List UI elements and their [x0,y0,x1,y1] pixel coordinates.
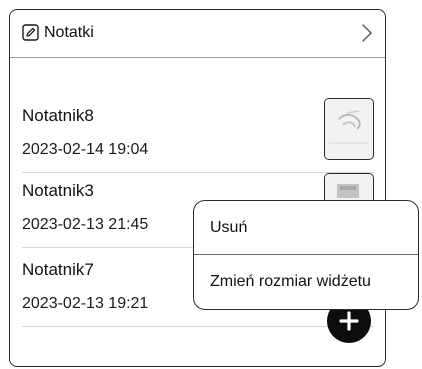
chevron-right-icon[interactable] [361,23,373,43]
resize-widget-menu-item[interactable]: Zmień rozmiar widżetu [194,255,418,309]
context-menu: Usuń Zmień rozmiar widżetu [193,200,419,310]
notes-widget: Notatki Notatnik8 2023-02-14 19:04 Notat… [9,9,386,367]
widget-title: Notatki [44,24,94,41]
note-title: Notatnik3 [22,181,94,200]
note-date: 2023-02-14 19:04 [22,141,149,158]
note-date: 2023-02-13 21:45 [22,216,149,233]
note-thumbnail [324,98,374,160]
delete-menu-item[interactable]: Usuń [194,201,418,255]
divider [22,172,374,173]
screen: Notatki Notatnik8 2023-02-14 19:04 Notat… [0,0,422,369]
widget-header[interactable]: Notatki [10,10,385,58]
note-title: Notatnik7 [22,260,94,279]
note-edit-icon [22,24,39,41]
divider [22,326,374,327]
note-title: Notatnik8 [22,106,94,125]
note-date: 2023-02-13 19:21 [22,295,149,312]
